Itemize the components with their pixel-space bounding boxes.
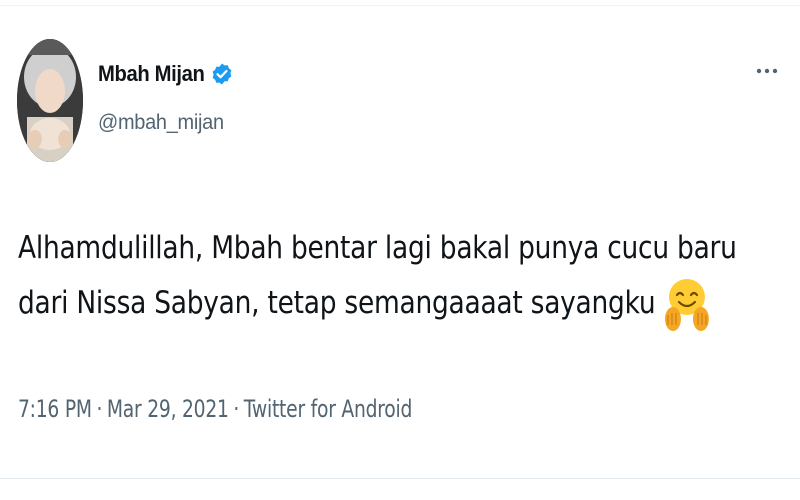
profile-photo-icon [17, 39, 83, 162]
meta-separator: · [233, 395, 240, 423]
bottom-divider [0, 478, 800, 479]
author-name-row[interactable]: Mbah Mijan [98, 58, 234, 90]
author-display-name[interactable]: Mbah Mijan [98, 61, 205, 87]
tweet-text-line-2: dari Nissa Sabyan, tetap semangaaaat say… [18, 275, 709, 331]
more-dots-icon [756, 68, 778, 74]
tweet-source[interactable]: Twitter for Android [244, 395, 413, 423]
tweet-date[interactable]: Mar 29, 2021 [107, 395, 229, 423]
verified-badge-icon [212, 63, 232, 85]
hugging-face-emoji-icon [664, 279, 709, 331]
tweet-text-line-1: Alhamdulillah, Mbah bentar lagi bakal pu… [18, 230, 737, 266]
avatar[interactable] [17, 39, 83, 162]
tweet-text: Alhamdulillah, Mbah bentar lagi bakal pu… [18, 222, 737, 331]
more-options-button[interactable] [752, 58, 782, 84]
top-divider [0, 5, 800, 6]
tweet-time[interactable]: 7:16 PM [18, 395, 92, 423]
meta-separator: · [96, 395, 103, 423]
tweet-text-line-2-text: dari Nissa Sabyan, tetap semangaaaat say… [18, 285, 656, 321]
author-handle[interactable]: @mbah_mijan [98, 111, 224, 135]
tweet-metadata: 7:16 PM · Mar 29, 2021 · Twitter for Android [18, 395, 412, 423]
